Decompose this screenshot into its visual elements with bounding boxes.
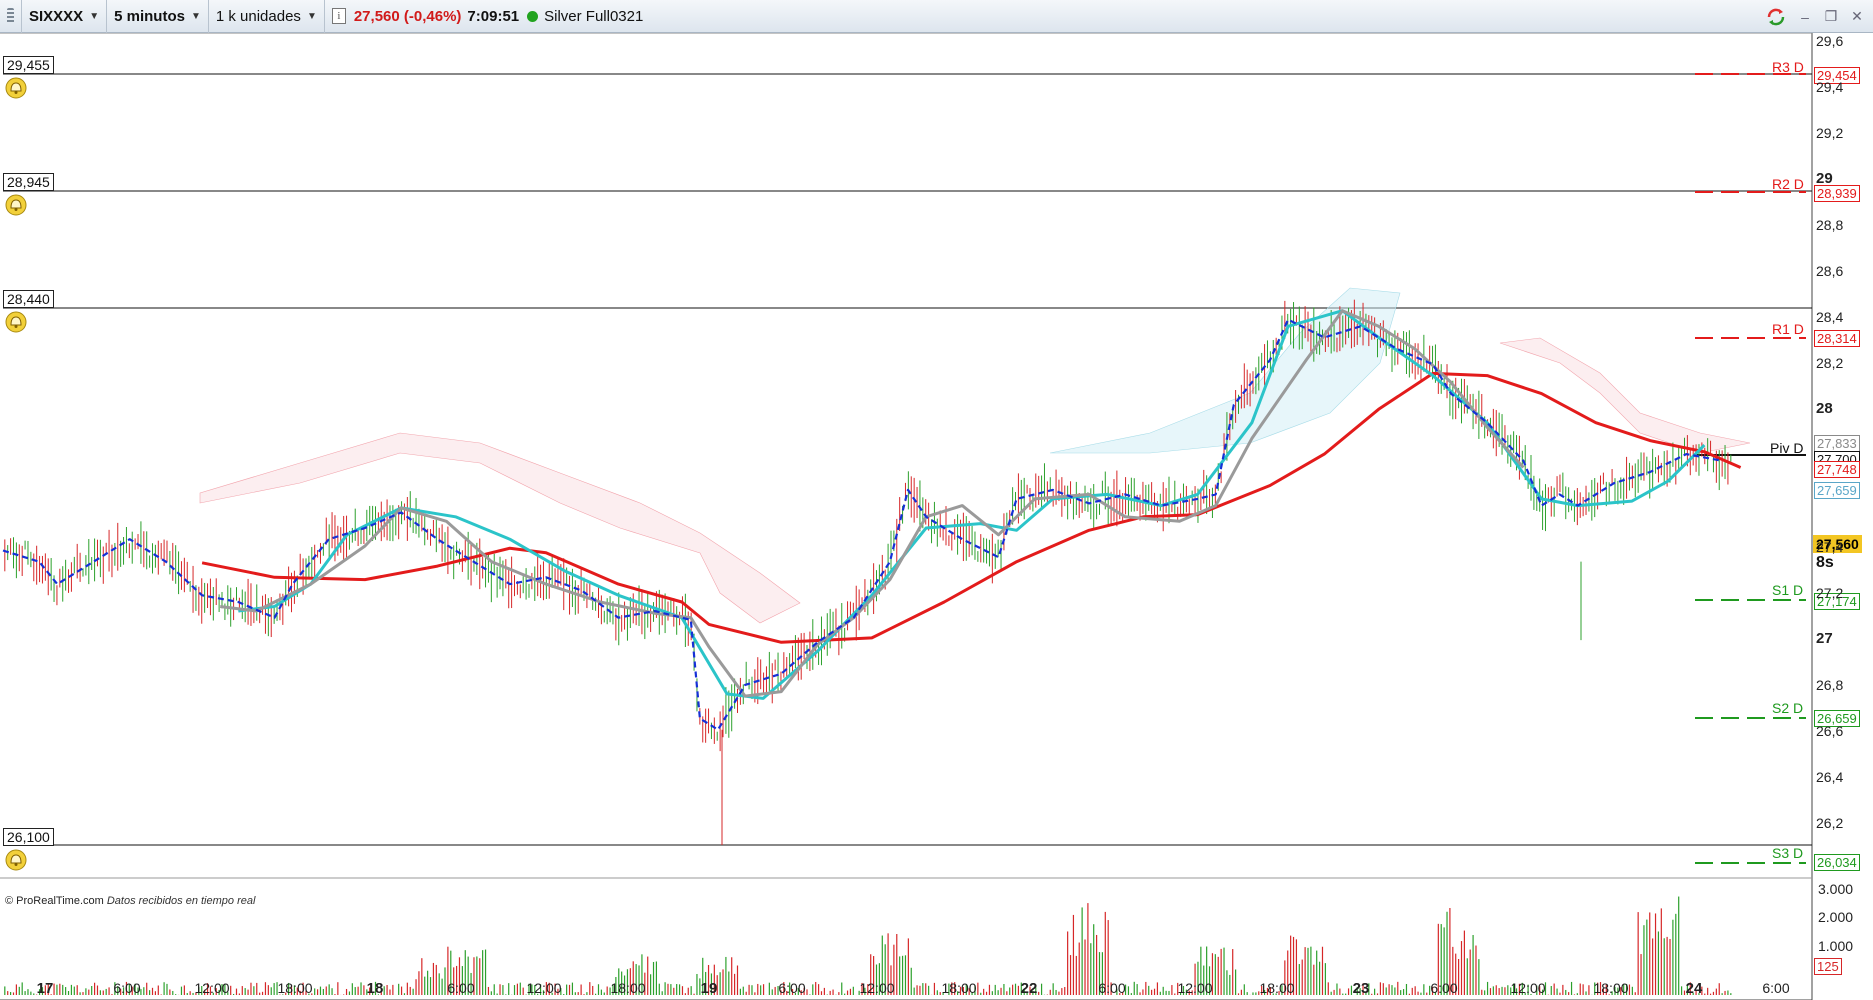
feed-status: Datos recibidos en tiempo real bbox=[106, 895, 256, 907]
x-tick: 12:00 bbox=[1510, 980, 1546, 996]
indicator-line bbox=[201, 371, 1742, 644]
instrument-name: Silver Full0321 bbox=[544, 7, 644, 25]
volume-last: 125 bbox=[1814, 958, 1842, 975]
info-icon[interactable]: i bbox=[331, 8, 346, 24]
x-tick: 12:00 bbox=[526, 980, 562, 996]
grip-icon bbox=[7, 8, 14, 24]
y-tick: 27,4 bbox=[1816, 539, 1844, 555]
units-selector[interactable]: 1 k unidades ▼ bbox=[209, 0, 325, 33]
chevron-down-icon: ▼ bbox=[89, 10, 100, 22]
pivot-label: S2 D bbox=[1772, 700, 1804, 716]
bell-icon[interactable] bbox=[5, 77, 27, 99]
y-tick: 27,2 bbox=[1816, 585, 1844, 601]
indicator-value: 27,748 bbox=[1814, 461, 1860, 478]
quote-time: 7:09:51 bbox=[467, 7, 520, 25]
y-tick: 29,2 bbox=[1816, 125, 1844, 141]
volume-tick: 1.000 bbox=[1818, 938, 1854, 954]
sync-icon[interactable] bbox=[1765, 6, 1787, 28]
symbol-label: SIXXXX bbox=[29, 7, 84, 25]
units-label: 1 k unidades bbox=[215, 7, 301, 25]
close-button[interactable]: ✕ bbox=[1849, 8, 1865, 25]
pivot-label: R3 D bbox=[1772, 59, 1804, 75]
bell-icon[interactable] bbox=[5, 194, 27, 216]
x-tick: 12:00 bbox=[194, 980, 230, 996]
y-tick: 26,2 bbox=[1816, 815, 1844, 831]
candle-countdown: 8s bbox=[1816, 554, 1834, 571]
pivot-value: 28,939 bbox=[1814, 185, 1860, 202]
price-change: 27,560 (-0,46%) bbox=[353, 7, 462, 25]
y-tick: 28,2 bbox=[1816, 355, 1844, 371]
bell-icon[interactable] bbox=[5, 311, 27, 333]
x-tick: 6:00 bbox=[778, 980, 806, 996]
data-source-footnote: © ProRealTime.com Datos recibidos en tie… bbox=[5, 895, 255, 907]
x-tick: 6:00 bbox=[113, 980, 141, 996]
x-tick: 6:00 bbox=[1762, 980, 1790, 996]
y-tick: 26,4 bbox=[1816, 769, 1844, 785]
chart-toolbar: SIXXXX ▼ 5 minutos ▼ 1 k unidades ▼ i 27… bbox=[0, 0, 1873, 33]
alert-line-value[interactable]: 26,100 bbox=[3, 828, 54, 846]
pivot-label: S1 D bbox=[1772, 582, 1804, 598]
x-tick: 12:00 bbox=[1177, 980, 1213, 996]
pivot-label: Piv D bbox=[1770, 440, 1804, 456]
y-tick: 26,6 bbox=[1816, 723, 1844, 739]
alert-line-value[interactable]: 28,945 bbox=[3, 173, 54, 191]
alert-line-value[interactable]: 29,455 bbox=[3, 56, 54, 74]
y-tick: 28,6 bbox=[1816, 263, 1844, 279]
restore-button[interactable]: ❐ bbox=[1823, 8, 1839, 25]
x-tick: 6:00 bbox=[1430, 980, 1458, 996]
indicator-line bbox=[238, 309, 1706, 700]
brand-label: © ProRealTime.com bbox=[5, 895, 104, 907]
bell-icon[interactable] bbox=[5, 849, 27, 871]
y-tick: 26,8 bbox=[1816, 677, 1844, 693]
x-tick: 19 bbox=[700, 980, 718, 997]
indicator-value: 27,659 bbox=[1814, 482, 1860, 499]
x-tick: 6:00 bbox=[1098, 980, 1126, 996]
x-tick: 12:00 bbox=[859, 980, 895, 996]
timeframe-label: 5 minutos bbox=[114, 7, 185, 25]
y-tick: 28 bbox=[1816, 400, 1833, 417]
chart-area[interactable]: 29,455 28,945 28,440 26,100 R3 D R2 D R1… bbox=[0, 33, 1873, 1000]
symbol-selector[interactable]: SIXXXX ▼ bbox=[22, 0, 108, 33]
price-chart[interactable] bbox=[0, 33, 1873, 1000]
y-tick: 28,8 bbox=[1816, 217, 1844, 233]
quote-info: i 27,560 (-0,46%) 7:09:51 Silver Full032… bbox=[325, 0, 651, 33]
x-tick: 18 bbox=[366, 980, 384, 997]
x-tick: 18:00 bbox=[941, 980, 977, 996]
y-tick: 29,4 bbox=[1816, 79, 1844, 95]
live-status-icon bbox=[527, 10, 539, 22]
pivot-value: 26,034 bbox=[1814, 854, 1860, 871]
y-tick: 29 bbox=[1816, 170, 1833, 187]
x-tick: 18:00 bbox=[277, 980, 313, 996]
indicator-value: 27,833 bbox=[1814, 435, 1860, 452]
cloud-area bbox=[1499, 337, 1751, 454]
x-tick: 17 bbox=[36, 980, 54, 997]
chevron-down-icon: ▼ bbox=[306, 10, 317, 22]
x-tick: 18:00 bbox=[1593, 980, 1629, 996]
pivot-label: R1 D bbox=[1772, 321, 1804, 337]
volume-tick: 2.000 bbox=[1818, 909, 1854, 925]
pivot-value: 28,314 bbox=[1814, 330, 1860, 347]
timeframe-selector[interactable]: 5 minutos ▼ bbox=[107, 0, 209, 33]
x-tick: 22 bbox=[1020, 980, 1038, 997]
y-tick: 29,6 bbox=[1816, 33, 1844, 49]
y-tick: 27 bbox=[1816, 630, 1833, 647]
y-tick: 28,4 bbox=[1816, 309, 1844, 325]
volume-tick: 3.000 bbox=[1818, 881, 1854, 897]
drag-handle[interactable] bbox=[0, 0, 22, 33]
pivot-label: S3 D bbox=[1772, 845, 1804, 861]
chevron-down-icon: ▼ bbox=[190, 10, 201, 22]
window-controls: – ❐ ✕ bbox=[1765, 0, 1865, 33]
x-tick: 18:00 bbox=[610, 980, 646, 996]
minimize-button[interactable]: – bbox=[1797, 9, 1813, 25]
pivot-label: R2 D bbox=[1772, 176, 1804, 192]
x-tick: 23 bbox=[1352, 980, 1370, 997]
x-tick: 24 bbox=[1685, 980, 1703, 997]
x-tick: 18:00 bbox=[1259, 980, 1295, 996]
alert-line-value[interactable]: 28,440 bbox=[3, 290, 54, 308]
x-tick: 6:00 bbox=[447, 980, 475, 996]
